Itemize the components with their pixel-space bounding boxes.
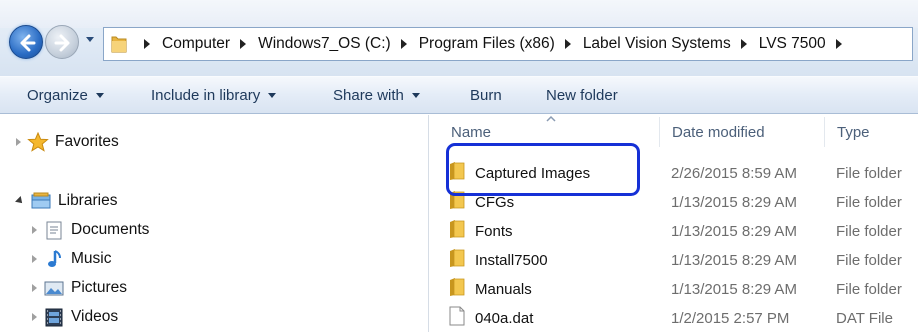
- file-row-fonts[interactable]: Fonts 1/13/2015 8:29 AM File folder: [429, 217, 918, 245]
- file-date: 1/13/2015 8:29 AM: [671, 222, 797, 240]
- breadcrumb-separator-icon[interactable]: [564, 39, 571, 49]
- recent-pages-dropdown-icon[interactable]: [85, 36, 95, 44]
- forward-arrow-icon: [54, 34, 70, 52]
- nav-item-libraries[interactable]: Libraries: [15, 188, 118, 214]
- music-note-icon: [43, 249, 65, 269]
- expand-arrow-icon[interactable]: [32, 313, 37, 321]
- file-row-install7500[interactable]: Install7500 1/13/2015 8:29 AM File folde…: [429, 246, 918, 274]
- navigation-pane: Favorites Libraries Documents Music Pict…: [0, 115, 428, 332]
- file-row-040a-dat[interactable]: 040a.dat 1/2/2015 2:57 PM DAT File: [429, 304, 918, 332]
- nav-item-documents[interactable]: Documents: [32, 217, 149, 243]
- breadcrumb-lvs-7500[interactable]: LVS 7500: [759, 35, 826, 53]
- forward-button[interactable]: [45, 25, 79, 59]
- file-type: File folder: [836, 222, 902, 240]
- breadcrumb-separator-icon[interactable]: [835, 39, 842, 49]
- organize-label: Organize: [27, 86, 88, 104]
- breadcrumb-windows7-os[interactable]: Windows7_OS (C:): [258, 35, 391, 53]
- share-with-label: Share with: [333, 86, 404, 104]
- breadcrumb-separator-icon[interactable]: [240, 39, 247, 49]
- breadcrumb: Computer Windows7_OS (C:) Program Files …: [134, 28, 854, 60]
- file-row-manuals[interactable]: Manuals 1/13/2015 8:29 AM File folder: [429, 275, 918, 303]
- nav-item-label: Music: [71, 250, 112, 267]
- file-name: Fonts: [475, 222, 513, 240]
- expand-arrow-icon[interactable]: [32, 284, 37, 292]
- folder-icon: [449, 248, 465, 272]
- column-header-label: Date modified: [672, 123, 765, 141]
- file-name: CFGs: [475, 193, 515, 211]
- column-header-label: Name: [451, 123, 492, 141]
- address-bar-region: Computer Windows7_OS (C:) Program Files …: [0, 0, 918, 76]
- file-name: Install7500: [475, 251, 548, 269]
- expand-arrow-icon[interactable]: [16, 138, 21, 146]
- file-name-cell: Fonts: [449, 217, 513, 245]
- chevron-down-icon: [268, 92, 277, 98]
- new-folder-button[interactable]: New folder: [546, 77, 618, 113]
- file-type: File folder: [836, 280, 902, 298]
- file-name-cell: Manuals: [449, 275, 532, 303]
- file-name: 040a.dat: [475, 309, 534, 327]
- file-type: File folder: [836, 164, 902, 182]
- include-in-library-menu[interactable]: Include in library: [151, 77, 277, 113]
- breadcrumb-label-vision-systems[interactable]: Label Vision Systems: [583, 35, 731, 53]
- expand-arrow-icon[interactable]: [32, 255, 37, 263]
- captured-images-highlight-box: [446, 143, 640, 196]
- expand-arrow-icon[interactable]: [32, 226, 37, 234]
- title-strip: [0, 0, 918, 28]
- nav-item-music[interactable]: Music: [32, 246, 111, 272]
- nav-item-label: Videos: [71, 308, 119, 325]
- star-icon: [27, 131, 49, 152]
- back-button[interactable]: [9, 25, 43, 59]
- column-header-date-modified[interactable]: Date modified: [672, 115, 765, 149]
- pictures-icon: [43, 278, 65, 298]
- file-date: 2/26/2015 8:59 AM: [671, 164, 797, 182]
- column-divider[interactable]: [659, 117, 660, 147]
- file-name-cell: 040a.dat: [449, 304, 533, 332]
- burn-button[interactable]: Burn: [470, 77, 502, 113]
- file-date: 1/13/2015 8:29 AM: [671, 193, 797, 211]
- file-type: File folder: [836, 193, 902, 211]
- file-name: Manuals: [475, 280, 532, 298]
- file-icon: [449, 306, 465, 330]
- include-in-library-label: Include in library: [151, 86, 261, 104]
- file-name-cell: Install7500: [449, 246, 548, 274]
- chevron-down-icon: [95, 92, 104, 98]
- navigation-buttons: [7, 22, 105, 62]
- command-toolbar: Organize Include in library Share with B…: [0, 76, 918, 114]
- breadcrumb-separator-icon[interactable]: [740, 39, 747, 49]
- breadcrumb-separator-icon[interactable]: [144, 39, 150, 49]
- nav-item-favorites[interactable]: Favorites: [16, 129, 119, 155]
- nav-item-videos[interactable]: Videos: [32, 304, 118, 330]
- collapse-arrow-icon[interactable]: [15, 196, 25, 206]
- nav-item-label: Pictures: [71, 279, 127, 296]
- address-bar[interactable]: Computer Windows7_OS (C:) Program Files …: [103, 27, 913, 61]
- burn-label: Burn: [470, 86, 502, 104]
- nav-item-label: Libraries: [58, 192, 118, 209]
- folder-icon: [449, 219, 465, 243]
- file-date: 1/13/2015 8:29 AM: [671, 251, 797, 269]
- column-header-type[interactable]: Type: [837, 115, 870, 149]
- sort-ascending-icon: [546, 115, 556, 122]
- back-arrow-icon: [20, 34, 36, 52]
- nav-item-pictures[interactable]: Pictures: [32, 275, 127, 301]
- column-header-label: Type: [837, 123, 870, 141]
- libraries-icon: [30, 191, 52, 211]
- share-with-menu[interactable]: Share with: [333, 77, 420, 113]
- nav-item-label: Favorites: [55, 133, 119, 150]
- new-folder-label: New folder: [546, 86, 618, 104]
- breadcrumb-separator-icon[interactable]: [400, 39, 407, 49]
- column-divider[interactable]: [824, 117, 825, 147]
- documents-icon: [43, 220, 65, 240]
- file-type: File folder: [836, 251, 902, 269]
- nav-item-label: Documents: [71, 221, 150, 238]
- breadcrumb-program-files[interactable]: Program Files (x86): [419, 35, 555, 53]
- breadcrumb-computer[interactable]: Computer: [162, 35, 230, 53]
- chevron-down-icon: [411, 92, 420, 98]
- file-date: 1/13/2015 8:29 AM: [671, 280, 797, 298]
- file-date: 1/2/2015 2:57 PM: [671, 309, 790, 327]
- file-type: DAT File: [836, 309, 893, 327]
- organize-menu[interactable]: Organize: [27, 77, 104, 113]
- video-film-icon: [43, 307, 65, 327]
- folder-icon: [449, 277, 465, 301]
- folder-icon: [111, 36, 127, 53]
